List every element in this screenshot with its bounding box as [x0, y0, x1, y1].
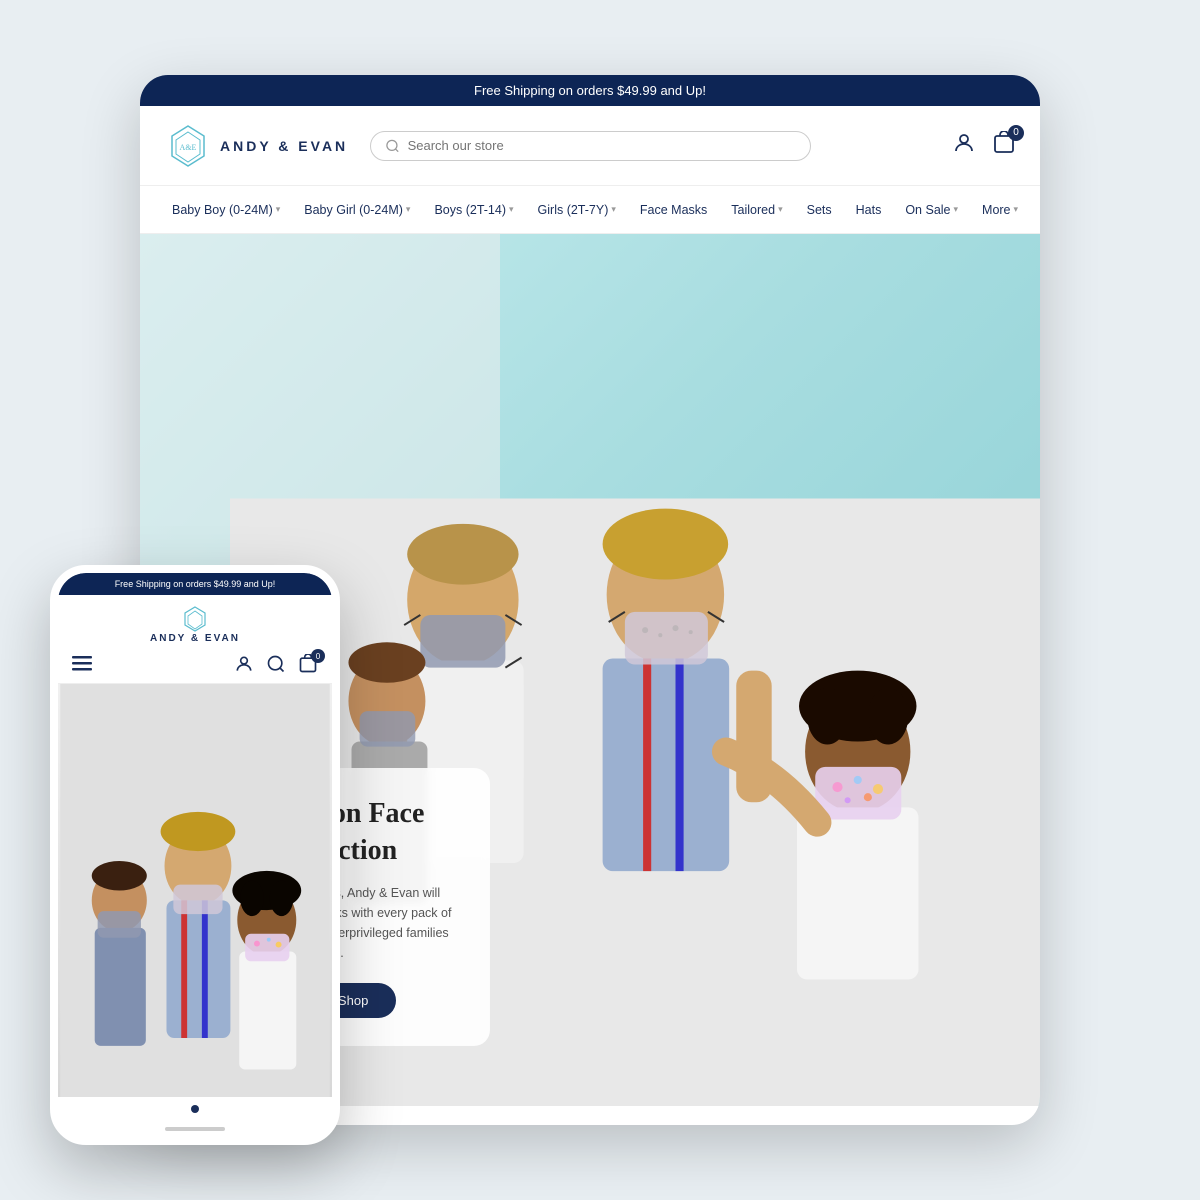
phone-announcement-bar: Free Shipping on orders $49.99 and Up! [58, 573, 332, 595]
search-icon [385, 138, 400, 154]
chevron-down-icon: ▾ [778, 204, 783, 215]
nav-item-baby-girl[interactable]: Baby Girl (0-24M) ▾ [292, 186, 422, 233]
nav-item-boys[interactable]: Boys (2T-14) ▾ [422, 186, 525, 233]
logo-icon: A&E [164, 122, 212, 170]
header-icons: 0 [811, 131, 1017, 161]
chevron-down-icon: ▾ [611, 204, 616, 215]
chevron-down-icon: ▾ [954, 204, 959, 215]
chevron-down-icon: ▾ [509, 204, 514, 215]
phone-logo-icon [181, 605, 209, 633]
dot-1 [191, 1105, 199, 1113]
nav-item-baby-boy[interactable]: Baby Boy (0-24M) ▾ [160, 186, 292, 233]
announcement-text: Free Shipping on orders $49.99 and Up! [474, 83, 706, 98]
phone-menu-button[interactable] [72, 656, 92, 675]
nav-item-tailored[interactable]: Tailored ▾ [719, 186, 794, 233]
phone-logo-text: ANDY & EVAN [150, 633, 240, 644]
announcement-bar: Free Shipping on orders $49.99 and Up! [140, 75, 1040, 106]
header: A&E ANDY & EVAN [140, 106, 1040, 186]
account-icon [952, 131, 976, 155]
search-bar[interactable] [370, 131, 811, 161]
cart-count: 0 [1008, 125, 1024, 141]
hamburger-icon [72, 656, 92, 672]
nav-item-on-sale[interactable]: On Sale ▾ [893, 186, 970, 233]
phone-cart-button[interactable]: 0 [298, 654, 318, 677]
phone-home-indicator [165, 1127, 225, 1131]
chevron-down-icon: ▾ [406, 204, 411, 215]
phone-screen: Free Shipping on orders $49.99 and Up! A… [58, 573, 332, 1137]
phone-family-illustration [58, 684, 332, 1097]
scene: Free Shipping on orders $49.99 and Up! A… [0, 0, 1200, 1200]
cart-button[interactable]: 0 [992, 131, 1016, 161]
phone-announcement-text: Free Shipping on orders $49.99 and Up! [115, 579, 276, 589]
main-nav: Baby Boy (0-24M) ▾ Baby Girl (0-24M) ▾ B… [140, 186, 1040, 234]
logo-text: ANDY & EVAN [220, 138, 348, 154]
phone-hero [58, 684, 332, 1097]
logo-area: A&E ANDY & EVAN [164, 122, 370, 170]
phone-right-icons: 0 [234, 654, 318, 677]
search-input[interactable] [408, 138, 796, 153]
phone-account-button[interactable] [234, 654, 254, 677]
phone-search-button[interactable] [266, 654, 286, 677]
phone-cart-count: 0 [311, 649, 325, 663]
nav-item-hats[interactable]: Hats [844, 186, 894, 233]
account-button[interactable] [952, 131, 976, 161]
nav-item-face-masks[interactable]: Face Masks [628, 186, 719, 233]
phone-account-icon [234, 654, 254, 674]
chevron-down-icon: ▾ [1014, 204, 1019, 215]
nav-item-sets[interactable]: Sets [795, 186, 844, 233]
phone-nav-bar: 0 [58, 648, 332, 684]
chevron-down-icon: ▾ [276, 204, 281, 215]
nav-item-more[interactable]: More ▾ [970, 186, 1030, 233]
phone-header: ANDY & EVAN [58, 595, 332, 648]
phone-carousel-dots [58, 1097, 332, 1121]
phone-device: Free Shipping on orders $49.99 and Up! A… [50, 565, 340, 1145]
svg-text:A&E: A&E [180, 143, 197, 152]
nav-item-girls[interactable]: Girls (2T-7Y) ▾ [526, 186, 628, 233]
phone-search-icon [266, 654, 286, 674]
